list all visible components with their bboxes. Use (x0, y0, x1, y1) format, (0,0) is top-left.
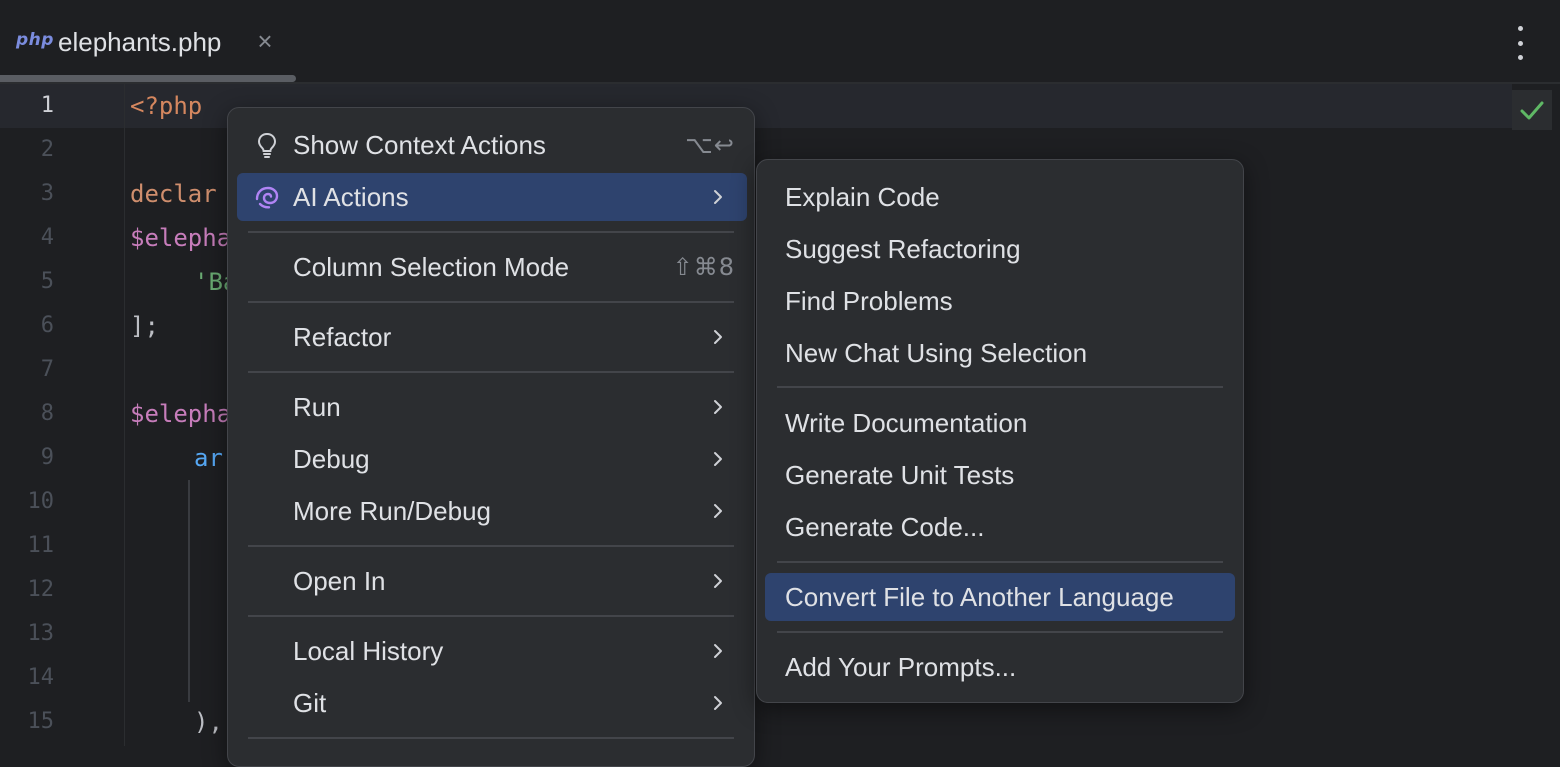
chevron-right-icon (714, 330, 722, 344)
chevron-right-icon (714, 190, 722, 204)
chevron-right-icon (714, 696, 722, 710)
menu-item-new-chat[interactable]: New Chat Using Selection (765, 329, 1235, 377)
menu-separator (248, 737, 734, 739)
menu-separator (777, 631, 1223, 633)
line-number: 9 (40, 445, 54, 470)
menu-item-label: New Chat Using Selection (785, 337, 1088, 368)
menu-separator (248, 371, 734, 373)
menu-item-explain-code[interactable]: Explain Code (765, 173, 1235, 221)
php-file-icon: php (16, 30, 54, 50)
menu-separator (248, 301, 734, 303)
menu-separator (248, 615, 734, 617)
line-number: 8 (40, 401, 54, 426)
ai-assistant-icon (255, 186, 279, 209)
chevron-right-icon (714, 644, 722, 658)
menu-item-suggest-refactoring[interactable]: Suggest Refactoring (765, 225, 1235, 273)
menu-item-local-history[interactable]: Local History (237, 627, 747, 675)
menu-separator (777, 561, 1223, 563)
indent-guide (188, 480, 190, 702)
menu-item-git[interactable]: Git (237, 679, 747, 727)
menu-item-convert-file[interactable]: Convert File to Another Language (765, 573, 1235, 621)
menu-item-label: Suggest Refactoring (785, 233, 1021, 264)
code-line-8[interactable]: $elepha (130, 392, 231, 436)
menu-separator (248, 231, 734, 233)
line-number: 14 (27, 665, 55, 690)
code-line-9[interactable]: ar (194, 436, 223, 480)
chevron-right-icon (714, 400, 722, 414)
close-icon[interactable]: × (252, 26, 278, 56)
shortcut-label: ⇧⌘8 (672, 253, 735, 281)
code-line-3[interactable]: declar (130, 172, 217, 216)
menu-item-label: Write Documentation (785, 407, 1028, 438)
code-line-6[interactable]: ]; (130, 304, 159, 348)
tab-elephants-php[interactable]: php elephants.php × (0, 0, 296, 84)
tab-active-indicator (0, 75, 296, 82)
menu-item-label: AI Actions (293, 181, 409, 212)
line-number: 10 (27, 489, 55, 514)
menu-item-label: Local History (293, 635, 444, 666)
code-line-1[interactable]: <?php (130, 84, 202, 128)
line-number: 12 (27, 577, 55, 602)
line-number: 5 (40, 269, 54, 294)
gutter-divider (124, 84, 125, 746)
chevron-right-icon (714, 574, 722, 588)
lightbulb-icon (257, 132, 277, 158)
menu-item-label: Find Problems (785, 285, 953, 316)
line-number: 2 (40, 137, 54, 162)
menu-item-label: Generate Unit Tests (785, 459, 1015, 490)
menu-item-label: Debug (293, 443, 370, 474)
menu-item-add-prompts[interactable]: Add Your Prompts... (765, 643, 1235, 691)
menu-item-label: Add Your Prompts... (785, 651, 1017, 682)
menu-item-label: Refactor (293, 321, 392, 352)
line-number: 6 (40, 313, 54, 338)
menu-item-column-selection-mode[interactable]: Column Selection Mode ⇧⌘8 (237, 243, 747, 291)
line-number: 1 (40, 93, 54, 118)
menu-item-show-context-actions[interactable]: Show Context Actions ⌥↩ (237, 121, 747, 169)
chevron-right-icon (714, 504, 722, 518)
line-number: 11 (27, 533, 55, 558)
ai-actions-submenu: Explain Code Suggest Refactoring Find Pr… (756, 159, 1244, 703)
menu-item-label: Column Selection Mode (293, 251, 570, 282)
shortcut-label: ⌥↩ (685, 131, 735, 159)
menu-item-ai-actions[interactable]: AI Actions (237, 173, 747, 221)
chevron-right-icon (714, 452, 722, 466)
menu-item-label: More Run/Debug (293, 495, 491, 526)
menu-item-generate-code[interactable]: Generate Code... (765, 503, 1235, 551)
code-line-4[interactable]: $elepha (130, 216, 231, 260)
tab-title: elephants.php (58, 27, 222, 57)
menu-separator (248, 545, 734, 547)
menu-item-write-documentation[interactable]: Write Documentation (765, 399, 1235, 447)
menu-item-label: Explain Code (785, 181, 940, 212)
line-number: 7 (40, 357, 54, 382)
menu-item-debug[interactable]: Debug (237, 435, 747, 483)
menu-item-generate-unit-tests[interactable]: Generate Unit Tests (765, 451, 1235, 499)
line-number: 15 (27, 709, 55, 734)
editor-context-menu: Show Context Actions ⌥↩ AI Actions Colum… (227, 107, 755, 767)
line-number: 3 (40, 181, 54, 206)
menu-item-more-run-debug[interactable]: More Run/Debug (237, 487, 747, 535)
editor-tab-bar: php elephants.php × (0, 0, 1560, 84)
code-line-15[interactable]: ), (194, 700, 223, 744)
menu-item-open-in[interactable]: Open In (237, 557, 747, 605)
menu-item-label: Generate Code... (785, 511, 985, 542)
more-options-icon[interactable] (1508, 26, 1532, 60)
menu-item-find-problems[interactable]: Find Problems (765, 277, 1235, 325)
menu-item-label: Open In (293, 565, 386, 596)
menu-item-label: Git (293, 687, 327, 718)
menu-item-label: Run (293, 391, 341, 422)
inspection-ok-icon[interactable] (1512, 90, 1552, 130)
line-number: 4 (40, 225, 54, 250)
menu-item-label: Show Context Actions (293, 129, 546, 160)
menu-item-refactor[interactable]: Refactor (237, 313, 747, 361)
menu-separator (777, 386, 1223, 388)
menu-item-label: Convert File to Another Language (785, 581, 1174, 612)
line-number: 13 (27, 621, 55, 646)
menu-item-run[interactable]: Run (237, 383, 747, 431)
